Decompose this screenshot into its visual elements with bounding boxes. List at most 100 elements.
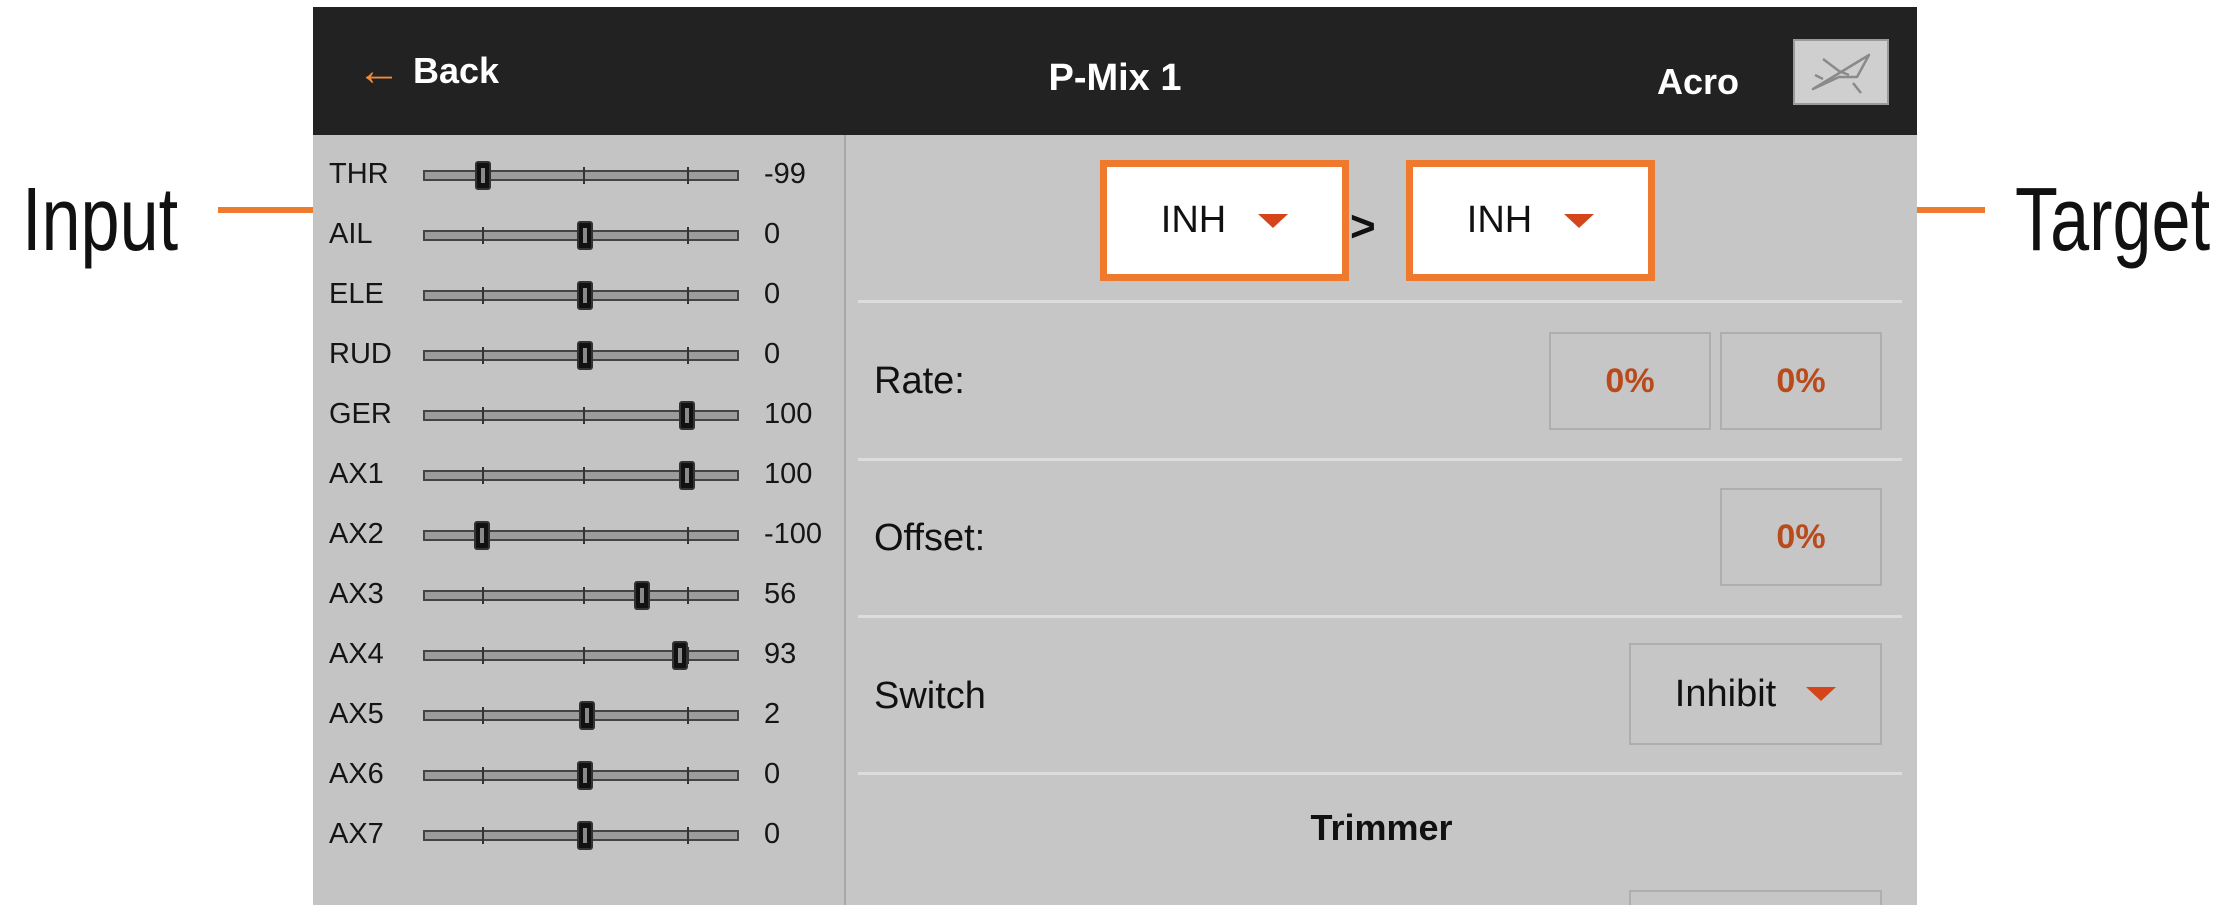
switch-dropdown[interactable]: Inhibit (1629, 643, 1882, 745)
channel-row: AX4 93 (313, 625, 846, 685)
channel-position-marker (577, 281, 593, 310)
title-bar: ← Back P-Mix 1 Acro (313, 7, 1917, 135)
channel-name: AX7 (329, 818, 384, 850)
bar-tick (482, 827, 484, 844)
channel-value: -100 (764, 518, 823, 550)
channel-position-marker (679, 461, 695, 490)
channel-name: AX3 (329, 578, 384, 610)
channel-value: 100 (764, 458, 813, 490)
bar-tick (687, 767, 689, 784)
channel-row: AX1 100 (313, 445, 846, 505)
channel-position-marker (474, 521, 490, 550)
channel-name: AX4 (329, 638, 384, 670)
bar-tick (687, 707, 689, 724)
input-channel-dropdown[interactable]: INH (1100, 160, 1349, 281)
bar-tick (583, 527, 585, 544)
channel-row: ELE 0 (313, 265, 846, 325)
channel-row: GER 100 (313, 385, 846, 445)
channel-value: 2 (764, 698, 781, 730)
channel-position-bar (423, 281, 739, 310)
channel-position-marker (577, 761, 593, 790)
bar-tick (482, 467, 484, 484)
channel-name: AX6 (329, 758, 384, 790)
channel-value: 0 (764, 218, 781, 250)
target-callout-label: Target (2015, 170, 2211, 270)
channel-position-bar (423, 821, 739, 850)
channel-position-bar (423, 341, 739, 370)
divider (858, 458, 1902, 461)
channel-name: ELE (329, 278, 384, 310)
channel-name: GER (329, 398, 392, 430)
mix-settings-panel: INH > INH Rate: 0% 0% Offset: 0% Switch … (846, 135, 1917, 905)
trimmer-field[interactable] (1629, 890, 1882, 905)
channel-row: AX6 0 (313, 745, 846, 805)
bar-tick (583, 587, 585, 604)
channel-position-bar (423, 521, 739, 550)
channel-row: THR -99 (313, 145, 846, 205)
channel-value: 56 (764, 578, 797, 610)
channel-name: AIL (329, 218, 373, 250)
channel-value: 0 (764, 818, 781, 850)
channel-row: AIL 0 (313, 205, 846, 265)
trimmer-label: Trimmer (1310, 807, 1453, 848)
bar-tick (687, 167, 689, 184)
transmitter-screen: ← Back P-Mix 1 Acro THR -99 AIL 0 ELE 0 RUD 0 GE… (313, 7, 1917, 905)
channel-position-bar (423, 641, 739, 670)
target-channel-value: INH (1466, 199, 1533, 241)
channel-position-bar (423, 761, 739, 790)
channel-name: RUD (329, 338, 392, 370)
channel-row: AX3 56 (313, 565, 846, 625)
bar-tick (687, 227, 689, 244)
channel-position-marker (577, 821, 593, 850)
channel-position-marker (634, 581, 650, 610)
channel-position-marker (577, 221, 593, 250)
channel-name: AX2 (329, 518, 384, 550)
channel-position-bar (423, 701, 739, 730)
bar-tick (583, 407, 585, 424)
channel-position-bar (423, 401, 739, 430)
channel-position-bar (423, 161, 739, 190)
bar-tick (583, 647, 585, 664)
channel-row: AX5 2 (313, 685, 846, 745)
channel-value: -99 (764, 158, 806, 190)
bar-tick (687, 287, 689, 304)
model-type-label: Acro (1656, 61, 1739, 102)
bar-tick (482, 707, 484, 724)
channel-value: 0 (764, 758, 781, 790)
bar-tick (583, 167, 585, 184)
channel-row: RUD 0 (313, 325, 846, 385)
bar-tick (482, 647, 484, 664)
bar-tick (482, 587, 484, 604)
bar-tick (482, 767, 484, 784)
channel-position-bar (423, 461, 739, 490)
target-channel-dropdown[interactable]: INH (1406, 160, 1655, 281)
bar-tick (482, 227, 484, 244)
input-channel-value: INH (1160, 199, 1227, 241)
switch-label: Switch (874, 675, 986, 717)
divider (858, 772, 1902, 775)
bar-tick (482, 347, 484, 364)
channel-value: 93 (764, 638, 797, 670)
bar-tick (482, 287, 484, 304)
bar-tick (687, 587, 689, 604)
channel-position-marker (475, 161, 491, 190)
channel-name: AX1 (329, 458, 384, 490)
bar-tick (583, 467, 585, 484)
channel-position-marker (577, 341, 593, 370)
input-callout-label: Input (22, 170, 179, 270)
bar-tick (482, 407, 484, 424)
channel-row: AX7 0 (313, 805, 846, 865)
channel-position-marker (579, 701, 595, 730)
rate-value-low[interactable]: 0% (1549, 332, 1711, 430)
rate-value-high[interactable]: 0% (1720, 332, 1882, 430)
channel-position-marker (679, 401, 695, 430)
channel-name: THR (329, 158, 389, 190)
airplane-icon[interactable] (1793, 39, 1889, 105)
offset-label: Offset: (874, 517, 986, 559)
channel-row: AX2 -100 (313, 505, 846, 565)
bar-tick (687, 347, 689, 364)
divider (858, 615, 1902, 618)
channel-value: 0 (764, 278, 781, 310)
offset-value[interactable]: 0% (1720, 488, 1882, 586)
mix-arrow: > (1350, 202, 1376, 251)
